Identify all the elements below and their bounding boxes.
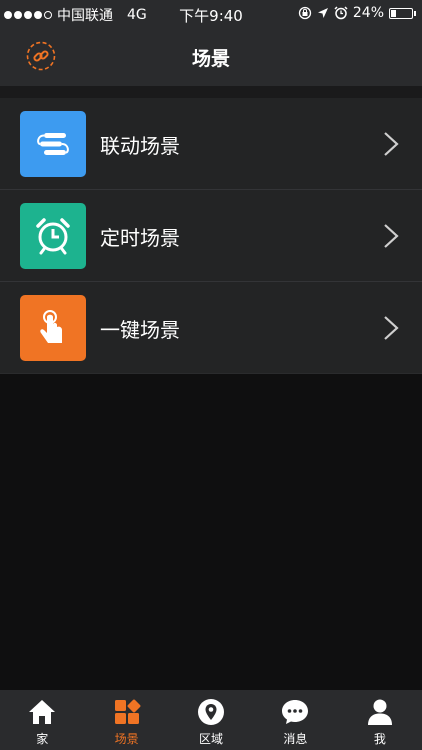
- chat-bubble-icon: [282, 700, 309, 724]
- tab-area[interactable]: 区域: [169, 690, 253, 750]
- tab-label-messages: 消息: [283, 732, 308, 746]
- battery-percent: 24%: [352, 5, 384, 21]
- chevron-right-icon: [384, 224, 399, 248]
- scene-list: 联动场景 定时场景 一键场景: [0, 98, 422, 374]
- tab-label-area: 区域: [199, 732, 224, 746]
- scene-label-timer: 定时场景: [100, 226, 180, 250]
- tab-label-me: 我: [373, 732, 386, 746]
- chevron-right-icon: [384, 132, 399, 156]
- linkage-icon: [20, 111, 86, 177]
- orientation-lock-icon: [298, 6, 312, 20]
- tab-messages[interactable]: 消息: [253, 690, 337, 750]
- alarm-icon: [334, 6, 348, 20]
- battery-icon: [389, 7, 413, 19]
- location-pin-icon: [198, 699, 225, 725]
- alarm-clock-icon: [20, 203, 86, 269]
- status-right: 24%: [298, 5, 416, 21]
- navigation-header: 场景: [0, 28, 422, 86]
- tap-hand-icon: [20, 295, 86, 361]
- scene-label-one-touch: 一键场景: [100, 318, 180, 342]
- tab-bar: 家 场景 区域 消息 我: [0, 690, 422, 750]
- scene-item-timer[interactable]: 定时场景: [0, 190, 422, 282]
- scene-item-one-touch[interactable]: 一键场景: [0, 282, 422, 374]
- status-bar: 中国联通 4G 下午9:40 24%: [0, 0, 422, 28]
- scene-grid-icon: [114, 699, 141, 724]
- page-title: 场景: [191, 48, 230, 70]
- tab-label-home: 家: [36, 732, 49, 746]
- person-icon: [367, 699, 392, 725]
- tab-scene[interactable]: 场景: [84, 690, 168, 750]
- tab-me[interactable]: 我: [338, 690, 422, 750]
- header-divider: [0, 86, 422, 98]
- home-icon: [29, 700, 56, 724]
- scene-item-linkage[interactable]: 联动场景: [0, 98, 422, 190]
- tab-home[interactable]: 家: [0, 690, 84, 750]
- location-arrow-icon: [317, 8, 328, 18]
- chevron-right-icon: [384, 316, 399, 340]
- scene-label-linkage: 联动场景: [100, 134, 180, 158]
- tab-label-scene: 场景: [114, 732, 139, 746]
